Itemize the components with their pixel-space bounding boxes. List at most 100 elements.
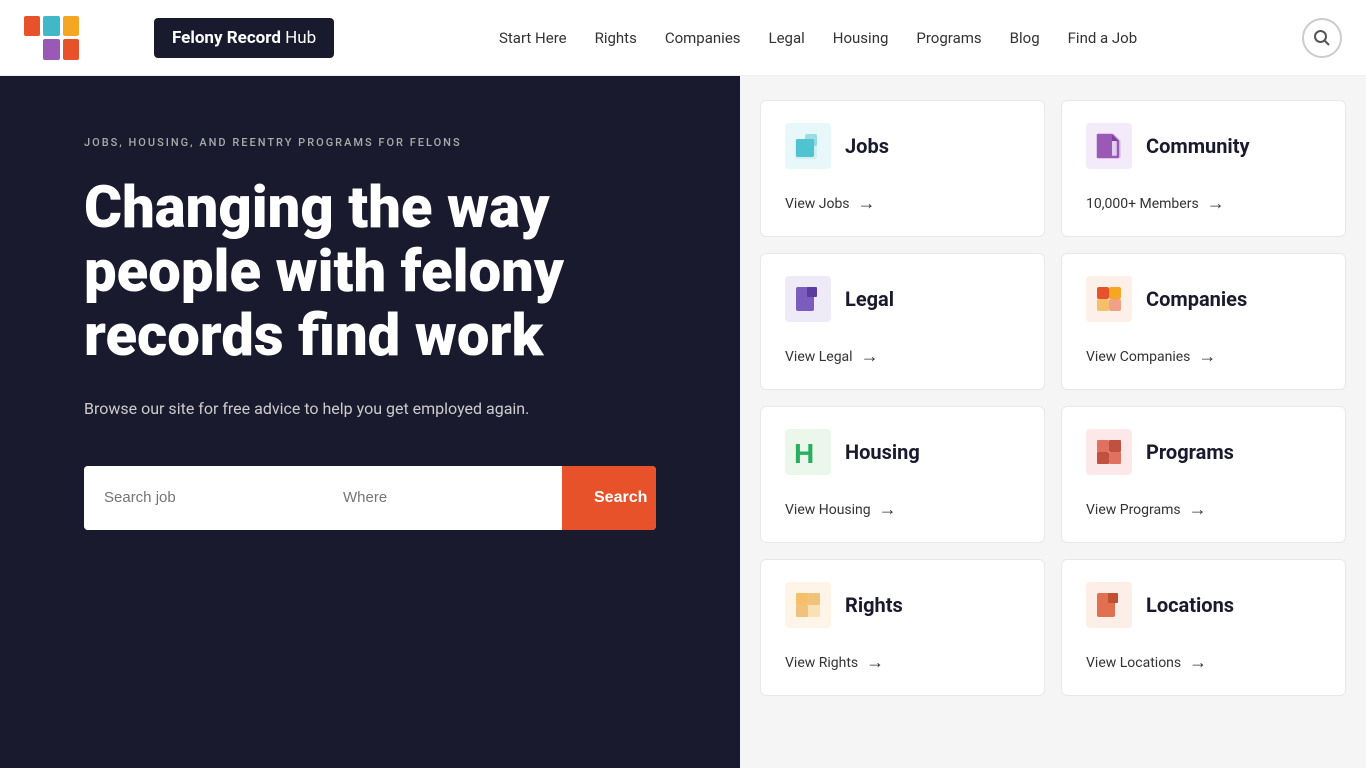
companies-arrow: → xyxy=(1198,346,1216,367)
companies-card-title: Companies xyxy=(1146,287,1247,311)
community-card-link[interactable]: 10,000+ Members → xyxy=(1086,193,1321,214)
logo-icon xyxy=(24,10,154,66)
locations-link-label: View Locations xyxy=(1086,655,1181,671)
rights-card-title: Rights xyxy=(845,593,903,617)
housing-icon: H xyxy=(792,437,824,467)
card-legal[interactable]: Legal View Legal → xyxy=(760,253,1045,390)
card-rights[interactable]: Rights View Rights → xyxy=(760,559,1045,696)
housing-link-label: View Housing xyxy=(785,502,871,518)
card-housing-header: H Housing xyxy=(785,429,1020,475)
card-community-header: Community xyxy=(1086,123,1321,169)
rights-link-label: View Rights xyxy=(785,655,858,671)
main-layout: JOBS, HOUSING, AND REENTRY PROGRAMS FOR … xyxy=(0,76,1366,768)
logo-brand: Felony Record xyxy=(172,28,281,48)
nav-companies[interactable]: Companies xyxy=(665,29,741,47)
logo-suffix: Hub xyxy=(281,28,316,48)
search-job-input[interactable] xyxy=(84,466,323,530)
logo-sq5 xyxy=(43,39,59,60)
card-jobs[interactable]: Jobs View Jobs → xyxy=(760,100,1045,237)
search-button[interactable]: Search xyxy=(562,466,656,530)
community-arrow: → xyxy=(1207,193,1225,214)
card-community[interactable]: Community 10,000+ Members → xyxy=(1061,100,1346,237)
community-icon-bg xyxy=(1086,123,1132,169)
nav-legal[interactable]: Legal xyxy=(769,29,805,47)
jobs-link-label: View Jobs xyxy=(785,196,850,212)
card-legal-header: Legal xyxy=(785,276,1020,322)
nav-programs[interactable]: Programs xyxy=(916,29,981,47)
jobs-card-title: Jobs xyxy=(845,134,889,158)
search-icon xyxy=(1313,29,1331,47)
hero-panel: JOBS, HOUSING, AND REENTRY PROGRAMS FOR … xyxy=(0,76,740,768)
main-nav: Start Here Rights Companies Legal Housin… xyxy=(499,29,1137,47)
jobs-icon xyxy=(793,131,823,161)
card-jobs-header: Jobs xyxy=(785,123,1020,169)
locations-icon-bg xyxy=(1086,582,1132,628)
jobs-arrow: → xyxy=(858,193,876,214)
search-bar: Search xyxy=(84,466,656,530)
housing-card-link[interactable]: View Housing → xyxy=(785,499,1020,520)
cards-panel: Jobs View Jobs → xyxy=(740,76,1366,768)
legal-card-title: Legal xyxy=(845,287,894,311)
housing-icon-bg: H xyxy=(785,429,831,475)
nav-blog[interactable]: Blog xyxy=(1010,29,1040,47)
card-housing[interactable]: H Housing View Housing → xyxy=(760,406,1045,543)
rights-icon-bg xyxy=(785,582,831,628)
logo-text: Felony Record Hub xyxy=(154,18,334,58)
site-header: Felony Record Hub Start Here Rights Comp… xyxy=(0,0,1366,76)
search-icon-button[interactable] xyxy=(1302,18,1342,58)
nav-find-a-job[interactable]: Find a Job xyxy=(1068,29,1138,47)
rights-card-link[interactable]: View Rights → xyxy=(785,652,1020,673)
locations-icon xyxy=(1094,590,1124,620)
legal-icon-bg xyxy=(785,276,831,322)
companies-link-label: View Companies xyxy=(1086,349,1190,365)
card-locations-header: Locations xyxy=(1086,582,1321,628)
locations-card-link[interactable]: View Locations → xyxy=(1086,652,1321,673)
hero-tag: JOBS, HOUSING, AND REENTRY PROGRAMS FOR … xyxy=(84,136,656,149)
jobs-card-link[interactable]: View Jobs → xyxy=(785,193,1020,214)
nav-housing[interactable]: Housing xyxy=(833,29,889,47)
community-card-title: Community xyxy=(1146,134,1250,158)
community-link-label: 10,000+ Members xyxy=(1086,196,1199,212)
companies-icon xyxy=(1094,284,1124,314)
nav-rights[interactable]: Rights xyxy=(595,29,637,47)
nav-start-here[interactable]: Start Here xyxy=(499,29,567,47)
card-locations[interactable]: Locations View Locations → xyxy=(1061,559,1346,696)
programs-link-label: View Programs xyxy=(1086,502,1181,518)
jobs-icon-bg xyxy=(785,123,831,169)
card-rights-header: Rights xyxy=(785,582,1020,628)
card-companies[interactable]: Companies View Companies → xyxy=(1061,253,1346,390)
programs-card-link[interactable]: View Programs → xyxy=(1086,499,1321,520)
svg-text:H: H xyxy=(794,438,814,467)
companies-icon-bg xyxy=(1086,276,1132,322)
logo-sq6 xyxy=(63,39,79,60)
rights-arrow: → xyxy=(866,652,884,673)
programs-icon-bg xyxy=(1086,429,1132,475)
community-icon xyxy=(1094,131,1124,161)
legal-card-link[interactable]: View Legal → xyxy=(785,346,1020,367)
cards-grid: Jobs View Jobs → xyxy=(760,100,1346,696)
housing-arrow: → xyxy=(879,499,897,520)
programs-arrow: → xyxy=(1189,499,1207,520)
logo-sq1 xyxy=(24,16,40,37)
card-programs-header: Programs xyxy=(1086,429,1321,475)
logo-sq3 xyxy=(63,16,79,37)
logo-area[interactable]: Felony Record Hub xyxy=(24,10,334,66)
locations-arrow: → xyxy=(1189,652,1207,673)
locations-card-title: Locations xyxy=(1146,593,1234,617)
logo-squares xyxy=(24,16,79,60)
legal-arrow: → xyxy=(861,346,879,367)
card-companies-header: Companies xyxy=(1086,276,1321,322)
logo-sq4 xyxy=(24,39,40,60)
housing-card-title: Housing xyxy=(845,440,920,464)
hero-title: Changing the way people with felony reco… xyxy=(84,177,656,368)
card-programs[interactable]: Programs View Programs → xyxy=(1061,406,1346,543)
rights-icon xyxy=(793,590,823,620)
companies-card-link[interactable]: View Companies → xyxy=(1086,346,1321,367)
logo-sq2 xyxy=(43,16,59,37)
legal-link-label: View Legal xyxy=(785,349,853,365)
programs-icon xyxy=(1094,437,1124,467)
legal-icon xyxy=(793,284,823,314)
hero-subtitle: Browse our site for free advice to help … xyxy=(84,396,656,422)
search-where-input[interactable] xyxy=(323,466,562,530)
programs-card-title: Programs xyxy=(1146,440,1234,464)
